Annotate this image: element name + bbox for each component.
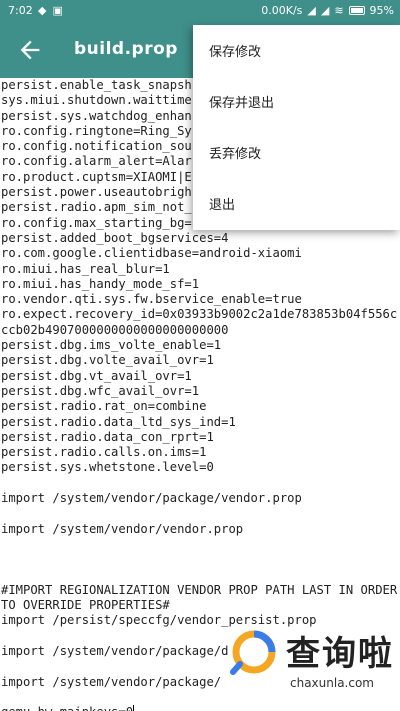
menu-item-save[interactable]: 保存修改 [193,25,400,76]
editor-line[interactable]: import /system/vendor/package/vendor.pro… [0,491,400,506]
notification-icon: ◆ [38,4,47,17]
editor-line[interactable]: ro.miui.has_handy_mode_sf=1 [0,277,400,292]
editor-line[interactable]: ro.miui.has_real_blur=1 [0,262,400,277]
menu-item-save-and-exit[interactable]: 保存并退出 [193,76,400,127]
editor-line[interactable]: persist.radio.rat_on=combine [0,399,400,414]
overflow-menu: 保存修改 保存并退出 丢弃修改 退出 [193,25,400,230]
editor-line[interactable]: persist.added_boot_bgservices=4 [0,231,400,246]
wifi-icon: ≋ [334,4,344,17]
signal-icon-2: ◢ [320,4,330,17]
text-cursor [133,705,135,711]
watermark: 查询啦 chaxunla.com [228,618,398,708]
editor-line[interactable]: ro.expect.recovery_id=0x03933b9002c2a1de… [0,307,400,322]
status-bar: 7:02 ◆ ▣ 0.00K/s ◢ ◢ ≋ 95% [0,0,400,22]
network-speed: 0.00K/s [261,4,303,17]
menu-item-discard[interactable]: 丢弃修改 [193,127,400,178]
watermark-text: 查询啦 [286,634,394,674]
signal-icon: ◢ [307,4,316,17]
editor-line[interactable]: persist.radio.calls.on.ims=1 [0,445,400,460]
menu-item-exit[interactable]: 退出 [193,178,400,229]
battery-percent: 95% [369,4,394,17]
editor-line[interactable]: ro.vendor.qti.sys.fw.bservice_enable=tru… [0,292,400,307]
editor-line[interactable] [0,537,400,552]
page-title: build.prop [74,39,178,59]
editor-line[interactable]: persist.dbg.wfc_avail_ovr=1 [0,384,400,399]
editor-line[interactable]: persist.dbg.volte_avail_ovr=1 [0,353,400,368]
editor-line[interactable]: persist.dbg.vt_avail_ovr=1 [0,369,400,384]
back-arrow-icon[interactable] [16,36,44,64]
editor-line[interactable]: persist.dbg.ims_volte_enable=1 [0,338,400,353]
editor-line[interactable]: persist.radio.data_con_rprt=1 [0,430,400,445]
watermark-domain: chaxunla.com [290,676,374,690]
editor-line[interactable]: ccb02b4907000000000000000000000 [0,323,400,338]
editor-line[interactable]: import /system/vendor/vendor.prop [0,522,400,537]
editor-line[interactable] [0,476,400,491]
battery-icon [348,6,365,15]
editor-line[interactable]: #IMPORT REGIONALIZATION VENDOR PROP PATH… [0,583,400,598]
editor-line[interactable] [0,506,400,521]
editor-line[interactable] [0,552,400,567]
editor-line[interactable]: ro.com.google.clientidbase=android-xiaom… [0,246,400,261]
editor-line[interactable]: persist.radio.data_ltd_sys_ind=1 [0,415,400,430]
editor-line[interactable]: persist.sys.whetstone.level=0 [0,460,400,475]
editor-line[interactable] [0,568,400,583]
status-time: 7:02 [8,4,33,17]
image-notification-icon: ▣ [52,4,63,17]
editor-line[interactable]: TO OVERRIDE PROPERTIES# [0,598,400,613]
watermark-logo-icon [230,630,276,675]
